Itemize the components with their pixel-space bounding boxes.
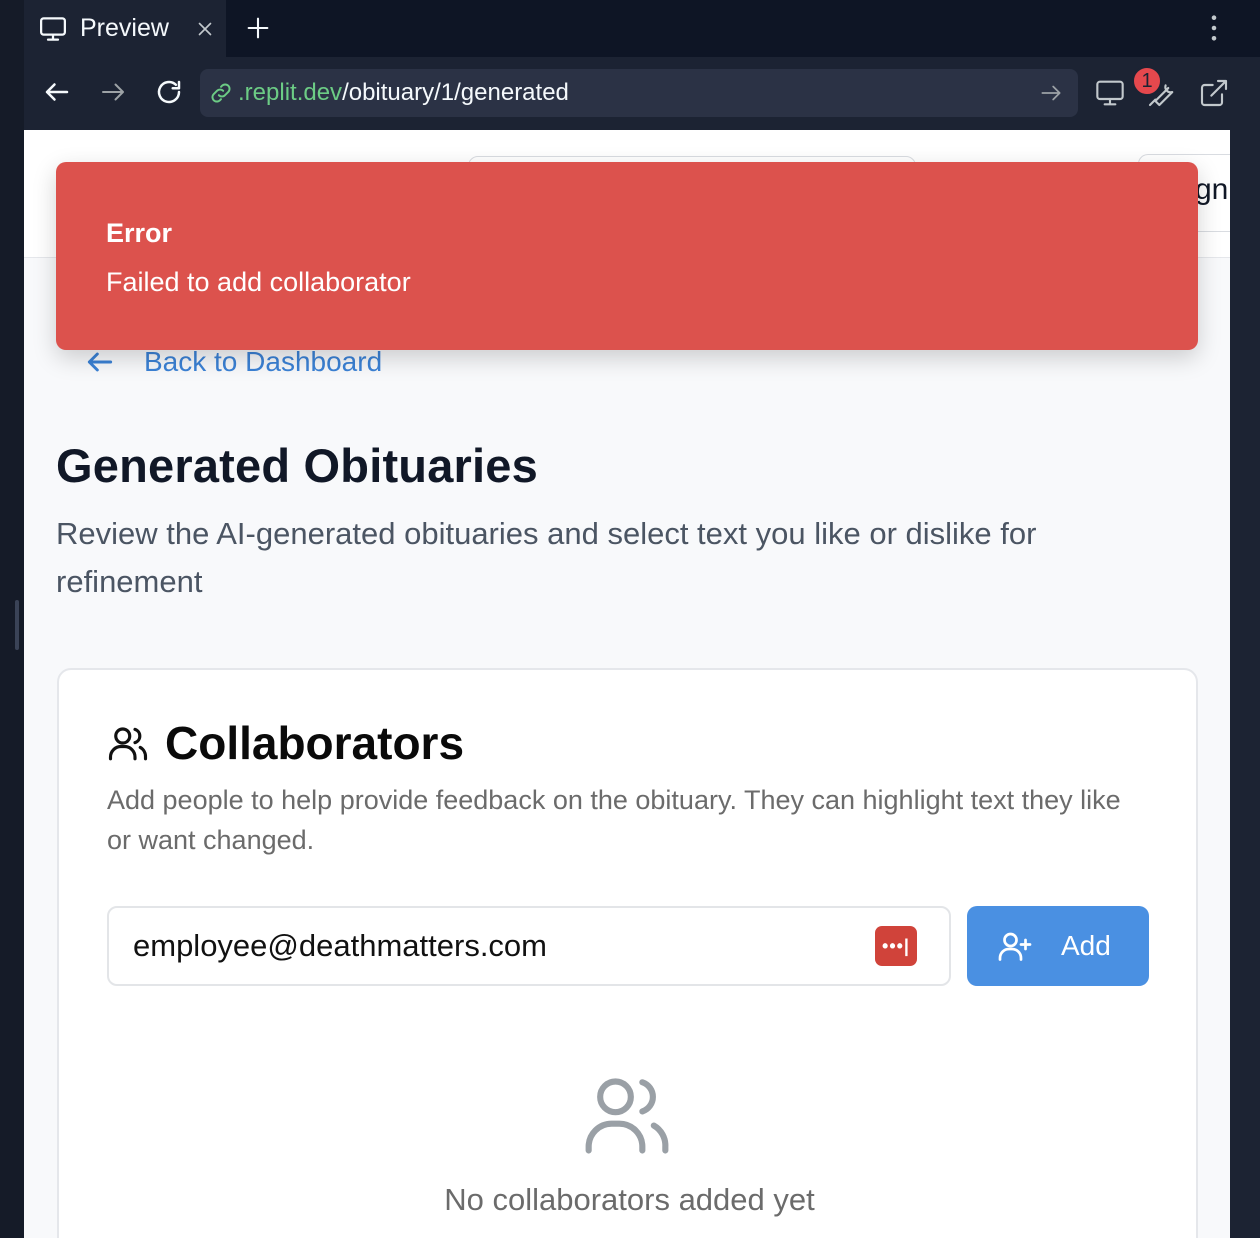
url-domain: .replit.dev <box>238 79 343 106</box>
tab-preview[interactable]: Preview <box>24 0 226 57</box>
page-subtitle: Review the AI-generated obituaries and s… <box>56 516 1037 599</box>
users-icon <box>108 727 148 761</box>
collaborators-title: Collaborators <box>165 717 465 769</box>
add-collaborator-button[interactable]: Add <box>967 906 1149 986</box>
notification-badge: 1 <box>1132 66 1162 96</box>
refresh-icon[interactable] <box>154 77 184 107</box>
toast-title: Error <box>106 218 173 248</box>
toast-message: Failed to add collaborator <box>106 267 411 297</box>
address-bar-row: .replit.dev/obituary/1/generated <box>24 57 1260 130</box>
tab-label: Preview <box>80 14 169 42</box>
monitor-icon <box>40 16 66 41</box>
link-icon <box>211 83 231 103</box>
tab-bar: Preview <box>24 0 1260 57</box>
password-manager-icon[interactable]: •••| <box>875 926 917 966</box>
close-icon[interactable] <box>194 18 216 40</box>
arrow-right-icon[interactable] <box>1038 80 1064 106</box>
arrow-right-icon[interactable] <box>98 77 128 107</box>
sign-in-button-label: gn <box>1195 173 1229 206</box>
users-icon <box>585 1078 669 1154</box>
devtools-monitor-icon[interactable] <box>1094 77 1126 109</box>
collaborators-card: Collaborators Add people to help provide… <box>57 668 1198 1238</box>
email-field[interactable]: •••| <box>107 906 951 986</box>
url-field[interactable]: .replit.dev/obituary/1/generated <box>200 69 1078 117</box>
error-toast[interactable]: Error Failed to add collaborator <box>56 162 1198 350</box>
left-panel-strip <box>0 0 24 1238</box>
page-title: Generated Obituaries <box>56 439 538 492</box>
collaborators-heading: Collaborators <box>107 716 464 770</box>
back-link-label: Back to Dashboard <box>144 346 383 377</box>
arrow-left-icon <box>87 352 113 372</box>
arrow-left-icon[interactable] <box>42 77 72 107</box>
collaborators-description: Add people to help provide feedback on t… <box>107 785 1121 855</box>
more-vertical-icon[interactable] <box>1200 12 1228 44</box>
resize-handle[interactable] <box>15 600 19 650</box>
plus-icon[interactable] <box>244 14 272 42</box>
email-input[interactable] <box>133 928 853 964</box>
empty-state-title: No collaborators added yet <box>444 1182 815 1217</box>
url-path: /obituary/1/generated <box>342 79 569 106</box>
right-gutter <box>1230 130 1260 1238</box>
user-plus-icon <box>998 932 1032 961</box>
external-link-icon[interactable] <box>1198 77 1230 109</box>
back-to-dashboard-link[interactable]: Back to Dashboard <box>84 346 382 378</box>
add-button-label: Add <box>1061 930 1111 961</box>
